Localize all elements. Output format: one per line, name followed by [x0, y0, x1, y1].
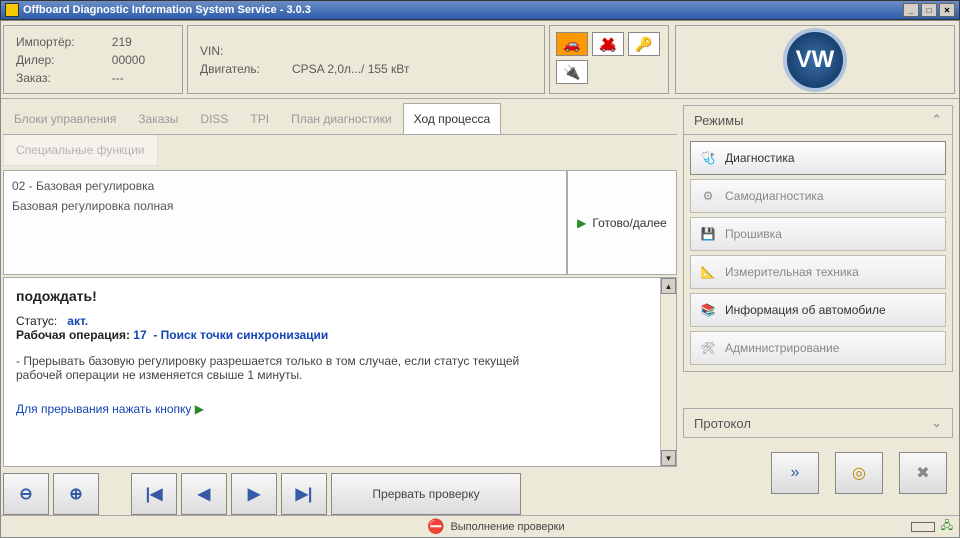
interrupt-link[interactable]: Для прерывания нажать кнопку ▶	[16, 402, 664, 416]
operation-label: Рабочая операция:	[16, 328, 130, 342]
gear-icon: ⚙	[699, 187, 717, 205]
vin-label: VIN:	[200, 43, 290, 59]
mode-label: Прошивка	[725, 227, 782, 241]
procedure-desc: Базовая регулировка полная	[12, 199, 558, 213]
engine-value: CPSA 2,0л.../ 155 кВт	[292, 61, 532, 77]
scroll-up-icon[interactable]: ▲	[661, 278, 676, 294]
ruler-icon: 📐	[699, 263, 717, 281]
modes-header[interactable]: Режимы ⌃	[683, 105, 953, 135]
operation-text: - Поиск точки синхронизации	[153, 328, 328, 342]
collapse-icon: ⌃	[931, 112, 942, 128]
usb-icon: 🔌	[556, 60, 588, 84]
tab-tpi[interactable]: TPI	[239, 103, 280, 134]
connection-icons: 🚗 🚗 🔑 🔌	[549, 25, 669, 94]
mode-self-diagnostics[interactable]: ⚙ Самодиагностика	[690, 179, 946, 213]
mode-administration[interactable]: 🛠 Администрирование	[690, 331, 946, 365]
operation-number: 17	[133, 328, 146, 342]
procedure-code: 02 - Базовая регулировка	[12, 179, 558, 193]
order-label: Заказ:	[16, 70, 110, 86]
status-label: Статус:	[16, 314, 57, 328]
error-icon: ⛔	[427, 518, 444, 535]
play-icon: ▶	[577, 216, 586, 230]
importer-label: Импортёр:	[16, 34, 110, 50]
key-icon: 🔑	[628, 32, 660, 56]
dealer-info-block: Импортёр:219 Дилер:00000 Заказ:---	[3, 25, 183, 94]
vehicle-info-block: VIN: Двигатель:CPSA 2,0л.../ 155 кВт	[187, 25, 545, 94]
minimize-button[interactable]: _	[903, 3, 919, 17]
tab-diss[interactable]: DISS	[189, 103, 239, 134]
car-connected-icon: 🚗	[556, 32, 588, 56]
tab-diag-plan[interactable]: План диагностики	[280, 103, 402, 134]
tab-process[interactable]: Ход процесса	[403, 103, 502, 134]
zoom-out-button[interactable]: ⊖	[3, 473, 49, 515]
nav-prev-button[interactable]: ◀	[181, 473, 227, 515]
tray-icons: 🖧	[911, 517, 953, 536]
detail-scrollbar[interactable]: ▲ ▼	[660, 278, 676, 466]
abort-check-button[interactable]: Прервать проверку	[331, 473, 521, 515]
status-bar: ⛔ Выполнение проверки 🖧	[1, 515, 959, 537]
forward-button[interactable]: »	[771, 452, 819, 494]
nav-last-button[interactable]: ▶|	[281, 473, 327, 515]
right-action-buttons: » ◎ ✖	[683, 452, 953, 494]
stethoscope-icon: 🩺	[699, 149, 717, 167]
procedure-status-panel: 02 - Базовая регулировка Базовая регулир…	[3, 170, 567, 275]
bottom-toolbar: ⊖ ⊕ |◀ ◀ ▶ ▶| Прервать проверку	[3, 473, 677, 515]
battery-icon	[911, 522, 935, 532]
chip-icon: 💾	[699, 225, 717, 243]
dealer-label: Дилер:	[16, 52, 110, 68]
zoom-in-button[interactable]: ⊕	[53, 473, 99, 515]
statusbar-message: Выполнение проверки	[450, 521, 564, 533]
engine-label: Двигатель:	[200, 61, 290, 77]
car-disconnected-icon: 🚗	[592, 32, 624, 56]
brand-logo-area: VW	[675, 25, 955, 94]
vin-value	[292, 43, 532, 59]
interrupt-label: Для прерывания нажать кнопку	[16, 402, 191, 416]
warning-note: - Прерывать базовую регулировку разрешае…	[16, 354, 536, 382]
protococl-header[interactable]: Протокол ⌄	[683, 408, 953, 438]
close-button[interactable]: ✕	[939, 3, 955, 17]
target-button[interactable]: ◎	[835, 452, 883, 494]
importer-value: 219	[112, 34, 170, 50]
mode-label: Информация об автомобиле	[725, 303, 886, 317]
mode-measurement[interactable]: 📐 Измерительная техника	[690, 255, 946, 289]
nav-first-button[interactable]: |◀	[131, 473, 177, 515]
network-icon: 🖧	[941, 517, 953, 536]
modes-header-label: Режимы	[694, 113, 743, 128]
tab-orders[interactable]: Заказы	[127, 103, 189, 134]
mode-label: Диагностика	[725, 151, 795, 165]
ready-next-label: Готово/далее	[592, 216, 666, 230]
title-bar: Offboard Diagnostic Information System S…	[0, 0, 960, 20]
scroll-down-icon[interactable]: ▼	[661, 450, 676, 466]
dealer-value: 00000	[112, 52, 170, 68]
subtab-special-functions[interactable]: Специальные функции	[3, 135, 158, 166]
wait-heading: подождать!	[16, 288, 664, 304]
ready-next-button[interactable]: ▶ Готово/далее	[567, 170, 677, 275]
vw-logo-icon: VW	[783, 28, 847, 92]
modes-list: 🩺Диагностика ⚙Самодиагностика 💾Прошивка …	[683, 135, 953, 372]
detail-panel: подождать! Статус: акт. Рабочая операция…	[3, 277, 677, 467]
maximize-button[interactable]: □	[921, 3, 937, 17]
status-value: акт.	[67, 314, 88, 328]
mode-label: Измерительная техника	[725, 265, 859, 279]
play-icon: ▶	[195, 402, 204, 416]
cancel-button[interactable]: ✖	[899, 452, 947, 494]
book-icon: 📚	[699, 301, 717, 319]
protocol-label: Протокол	[694, 416, 751, 431]
wrench-icon: 🛠	[699, 339, 717, 357]
mode-flashing[interactable]: 💾 Прошивка	[690, 217, 946, 251]
window-title: Offboard Diagnostic Information System S…	[23, 4, 311, 16]
mode-label: Самодиагностика	[725, 189, 824, 203]
tab-control-units[interactable]: Блоки управления	[3, 103, 127, 134]
order-value: ---	[112, 70, 170, 86]
mode-label: Администрирование	[725, 341, 839, 355]
window-controls: _ □ ✕	[903, 3, 955, 17]
mode-diagnostics[interactable]: 🩺 Диагностика	[690, 141, 946, 175]
nav-next-button[interactable]: ▶	[231, 473, 277, 515]
expand-icon: ⌄	[931, 415, 942, 431]
app-icon	[5, 3, 19, 17]
mode-vehicle-info[interactable]: 📚 Информация об автомобиле	[690, 293, 946, 327]
main-tabs: Блоки управления Заказы DISS TPI План ди…	[3, 103, 677, 135]
